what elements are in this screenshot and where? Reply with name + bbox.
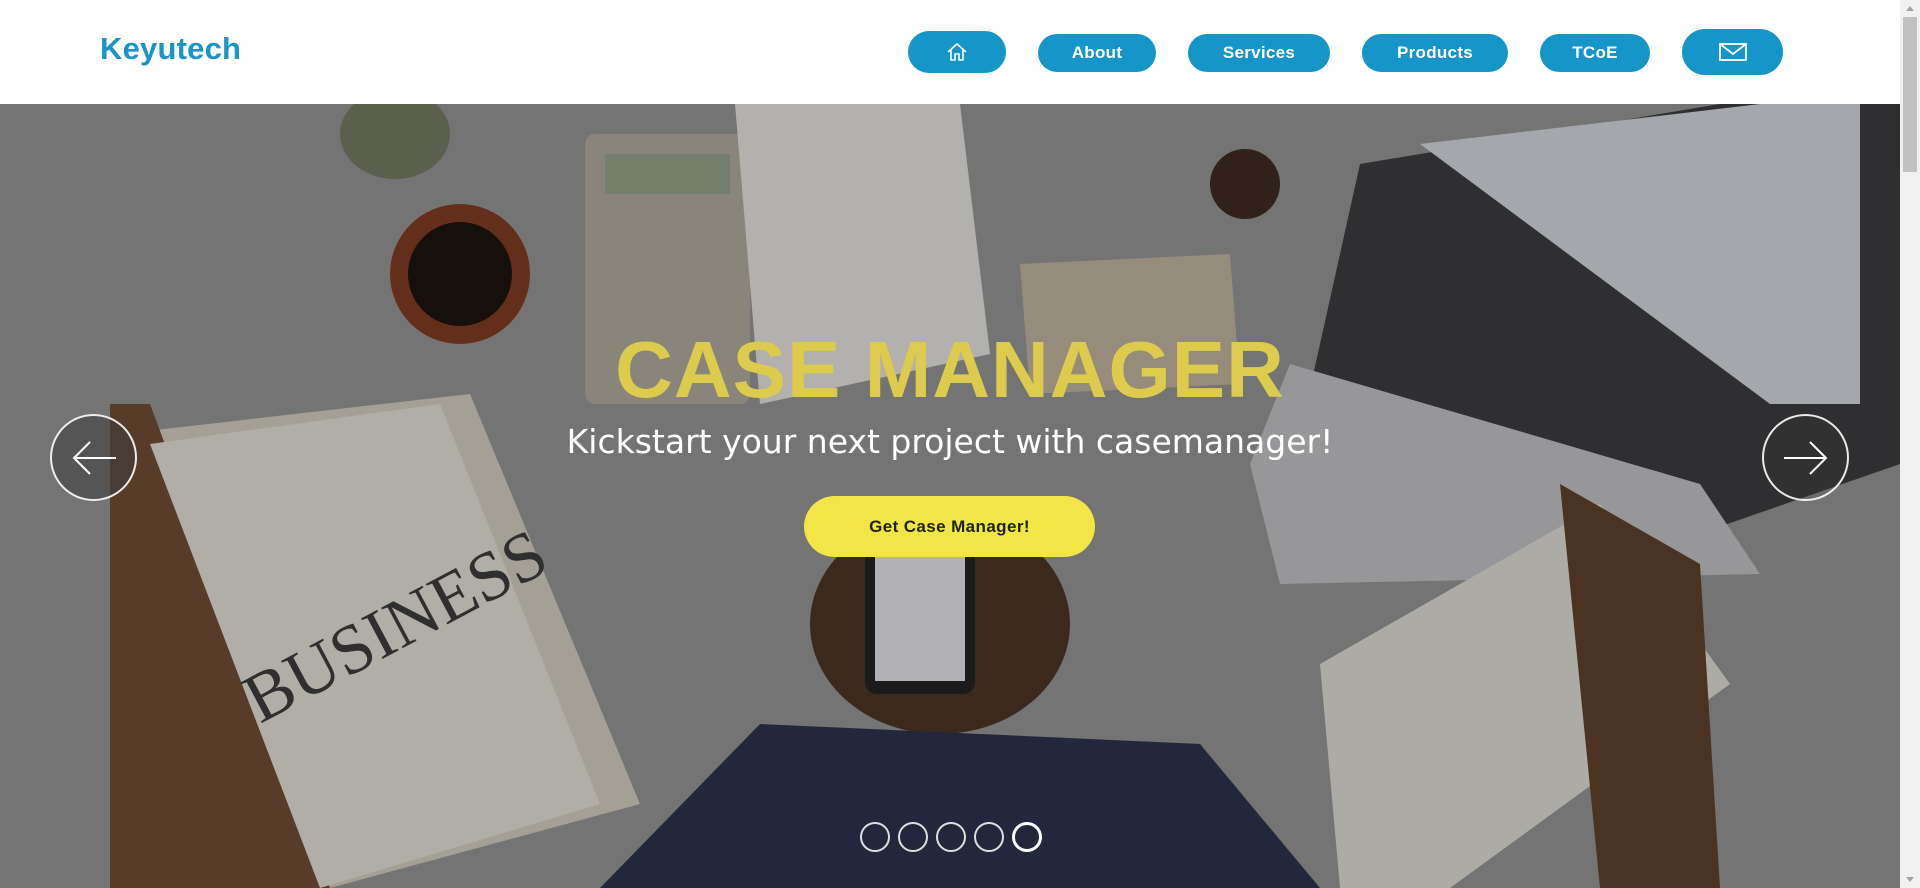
nav-products-button[interactable]: Products — [1362, 34, 1508, 72]
carousel-indicator[interactable] — [860, 822, 890, 852]
nav-about-button[interactable]: About — [1038, 34, 1156, 72]
mail-icon — [1718, 43, 1747, 61]
carousel-prev-button[interactable] — [50, 414, 137, 501]
arrow-right-icon — [1783, 440, 1827, 475]
carousel-indicator[interactable] — [936, 822, 966, 852]
nav-services-button[interactable]: Services — [1188, 34, 1330, 72]
home-icon — [947, 42, 967, 61]
arrow-left-icon — [72, 440, 116, 475]
hero-carousel: BUSINESS CASE MANAGER Kickstart your nex… — [0, 104, 1900, 888]
carousel-indicators — [860, 822, 1042, 852]
hero-subtitle: Kickstart your next project with caseman… — [566, 422, 1334, 461]
carousel-next-button[interactable] — [1762, 414, 1849, 501]
scrollbar-thumb[interactable] — [1903, 17, 1917, 172]
scroll-down-icon[interactable] — [1900, 871, 1920, 888]
nav-tcoe-button[interactable]: TCoE — [1540, 34, 1650, 72]
brand-logo[interactable]: Keyutech — [100, 31, 241, 67]
navbar: Keyutech About Services Products TCoE — [0, 0, 1900, 104]
nav-home-button[interactable] — [908, 31, 1006, 73]
carousel-indicator[interactable] — [898, 822, 928, 852]
carousel-indicator[interactable] — [974, 822, 1004, 852]
scroll-up-icon[interactable] — [1900, 0, 1920, 17]
page-scrollbar[interactable] — [1900, 0, 1920, 888]
nav-contact-button[interactable] — [1682, 29, 1783, 75]
hero-title: CASE MANAGER — [615, 325, 1285, 414]
get-case-manager-button[interactable]: Get Case Manager! — [804, 496, 1095, 557]
carousel-indicator-active[interactable] — [1012, 822, 1042, 852]
